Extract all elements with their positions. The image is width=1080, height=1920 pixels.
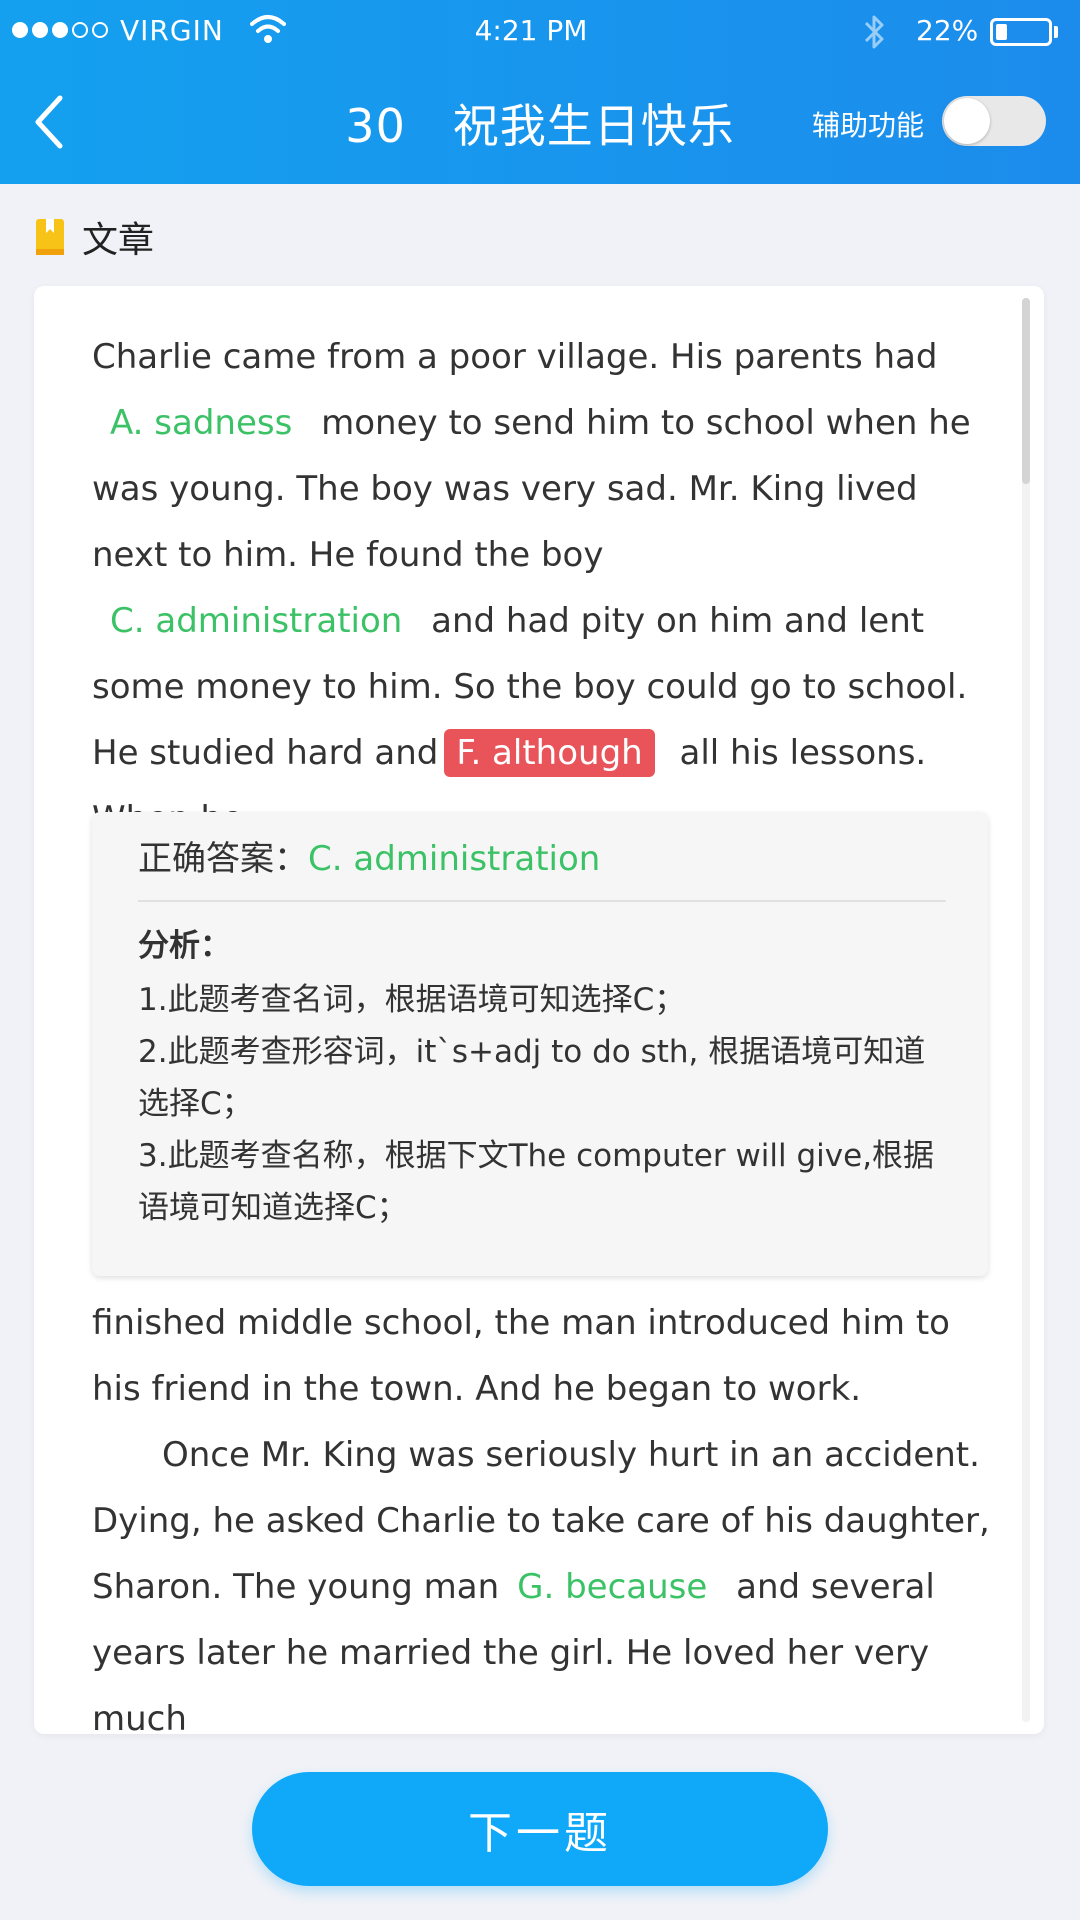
battery-percentage: 22% (916, 14, 979, 47)
passage-text-top: Charlie came from a poor village. His pa… (92, 324, 992, 852)
correct-answer-row: 正确答案：C. administration (138, 834, 600, 884)
header: VIRGIN 4:21 PM 22% 30 祝我生日快乐 辅助功能 (0, 0, 1080, 184)
bluetooth-icon (864, 15, 884, 49)
answer-blank-correct[interactable]: G. because (499, 1567, 725, 1607)
battery-level (996, 24, 1007, 40)
correct-answer-label: 正确答案： (138, 839, 308, 879)
passage-text: finished middle school, the man introduc… (92, 1303, 950, 1409)
divider (138, 900, 946, 902)
answer-blank-correct[interactable]: A. sadness (92, 403, 310, 443)
scrollbar[interactable] (1022, 298, 1030, 1722)
correct-answer-value: C. administration (308, 839, 601, 879)
status-bar: VIRGIN 4:21 PM 22% (0, 0, 1080, 66)
article-section-header: 文章 (34, 214, 155, 261)
passage-text-bottom: finished middle school, the man introduc… (92, 1290, 992, 1752)
analysis-line: 2.此题考查形容词，it`s+adj to do sth, 根据语境可知道选择C… (138, 1034, 926, 1122)
analysis-line: 1.此题考查名词，根据语境可知选择C； (138, 982, 686, 1018)
analysis-title: 分析： (138, 928, 231, 964)
toggle-knob (944, 98, 990, 144)
assist-function-toggle[interactable] (942, 96, 1046, 146)
answer-blank-wrong[interactable]: F. although (444, 729, 655, 777)
scroll-thumb[interactable] (1022, 298, 1030, 484)
analysis-text: 1.此题考查名词，根据语境可知选择C； 2.此题考查形容词，it`s+adj t… (138, 974, 946, 1234)
passage-text: Charlie came from a poor village. His pa… (92, 337, 938, 377)
assist-function-label: 辅助功能 (812, 109, 925, 142)
section-title: 文章 (82, 220, 155, 261)
answer-blank-selected[interactable]: C. administration (92, 601, 420, 641)
bookmark-book-icon (36, 219, 64, 255)
next-question-button[interactable]: 下一题 (252, 1772, 828, 1886)
battery-tip (1054, 26, 1058, 38)
analysis-line: 3.此题考查名称，根据下文The computer will give,根据语境… (138, 1138, 935, 1226)
battery-icon (990, 18, 1052, 46)
analysis-panel: 正确答案：C. administration 分析： 1.此题考查名词，根据语境… (92, 812, 988, 1276)
clock: 4:21 PM (474, 14, 588, 47)
